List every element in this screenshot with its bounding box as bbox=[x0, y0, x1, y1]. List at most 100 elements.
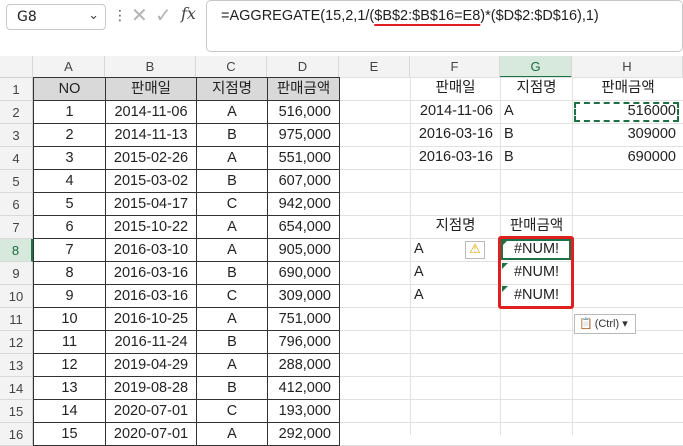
table-cell[interactable]: 412,000 bbox=[267, 376, 340, 400]
column-header-h[interactable]: H bbox=[572, 56, 683, 78]
table-cell[interactable]: 942,000 bbox=[267, 192, 340, 216]
table-cell[interactable]: 2020-07-01 bbox=[105, 422, 197, 446]
row-header-15[interactable]: 15 bbox=[0, 400, 33, 423]
table-cell[interactable]: 2019-04-29 bbox=[105, 353, 197, 377]
table-cell[interactable]: 7 bbox=[33, 238, 106, 262]
table-cell[interactable]: 2 bbox=[33, 123, 106, 147]
table-cell[interactable]: 2016-11-24 bbox=[105, 330, 197, 354]
table-cell[interactable]: 905,000 bbox=[267, 238, 340, 262]
table-cell[interactable]: 9 bbox=[33, 284, 106, 308]
table-cell[interactable]: 2014-11-06 bbox=[105, 100, 197, 124]
row-header-4[interactable]: 4 bbox=[0, 147, 33, 170]
side-table-cell[interactable]: B bbox=[500, 146, 573, 170]
table-cell[interactable]: 2016-03-10 bbox=[105, 238, 197, 262]
row-header-5[interactable]: 5 bbox=[0, 170, 33, 193]
table-cell[interactable]: 14 bbox=[33, 399, 106, 423]
row-header-9[interactable]: 9 bbox=[0, 262, 33, 285]
table-cell[interactable]: A bbox=[196, 215, 268, 239]
table-cell[interactable]: 2020-07-01 bbox=[105, 399, 197, 423]
row-header-11[interactable]: 11 bbox=[0, 308, 33, 331]
column-header-c[interactable]: C bbox=[196, 56, 267, 78]
worksheet-grid[interactable]: A B C D E F G H 1 2 3 4 5 6 7 8 9 10 11 12 13 14 15 16 NO 판매일 지점명 판… bbox=[0, 56, 683, 446]
table-cell[interactable]: B bbox=[196, 330, 268, 354]
table-cell[interactable]: C bbox=[196, 192, 268, 216]
confirm-icon[interactable]: ✓ bbox=[155, 3, 172, 27]
table-cell[interactable]: 10 bbox=[33, 307, 106, 331]
lookup-branch-cell[interactable]: A bbox=[410, 284, 501, 308]
table-cell[interactable]: A bbox=[196, 422, 268, 446]
side-table-cell[interactable]: 2014-11-06 bbox=[410, 100, 501, 124]
table-cell[interactable]: 5 bbox=[33, 192, 106, 216]
table-cell[interactable]: 2015-10-22 bbox=[105, 215, 197, 239]
table-cell[interactable]: C bbox=[196, 399, 268, 423]
lookup-branch-cell[interactable]: A bbox=[410, 238, 501, 262]
table-cell[interactable]: 551,000 bbox=[267, 146, 340, 170]
table-cell[interactable]: 13 bbox=[33, 376, 106, 400]
table-cell[interactable]: 751,000 bbox=[267, 307, 340, 331]
table-cell[interactable]: 690,000 bbox=[267, 261, 340, 285]
table-cell[interactable]: 2016-03-16 bbox=[105, 284, 197, 308]
column-header-g[interactable]: G bbox=[500, 56, 572, 78]
row-header-8[interactable]: 8 bbox=[0, 239, 33, 262]
row-header-14[interactable]: 14 bbox=[0, 377, 33, 400]
table-cell[interactable]: B bbox=[196, 169, 268, 193]
chevron-down-icon[interactable]: ⌄ bbox=[88, 8, 99, 23]
row-header-3[interactable]: 3 bbox=[0, 124, 33, 147]
table-cell[interactable]: 309,000 bbox=[267, 284, 340, 308]
side-table-cell[interactable]: 2016-03-16 bbox=[410, 123, 501, 147]
table-cell[interactable]: 1 bbox=[33, 100, 106, 124]
row-header-7[interactable]: 7 bbox=[0, 216, 33, 239]
table-cell[interactable]: 654,000 bbox=[267, 215, 340, 239]
column-header-d[interactable]: D bbox=[267, 56, 339, 78]
more-options-icon[interactable]: ⋮ bbox=[113, 8, 127, 24]
table-cell[interactable]: 2016-10-25 bbox=[105, 307, 197, 331]
row-header-10[interactable]: 10 bbox=[0, 285, 33, 308]
table-cell[interactable]: 6 bbox=[33, 215, 106, 239]
side-table-cell[interactable]: A bbox=[500, 100, 573, 124]
row-header-12[interactable]: 12 bbox=[0, 331, 33, 354]
table-cell[interactable]: 8 bbox=[33, 261, 106, 285]
table-cell[interactable]: C bbox=[196, 284, 268, 308]
table-cell[interactable]: A bbox=[196, 100, 268, 124]
table-cell[interactable]: B bbox=[196, 123, 268, 147]
insert-function-button[interactable]: fx bbox=[181, 4, 196, 23]
column-header-a[interactable]: A bbox=[33, 56, 105, 78]
table-cell[interactable]: 3 bbox=[33, 146, 106, 170]
table-cell[interactable]: A bbox=[196, 353, 268, 377]
table-cell[interactable]: 796,000 bbox=[267, 330, 340, 354]
column-header-e[interactable]: E bbox=[339, 56, 410, 78]
table-cell[interactable]: 292,000 bbox=[267, 422, 340, 446]
table-cell[interactable]: 11 bbox=[33, 330, 106, 354]
table-cell[interactable]: 15 bbox=[33, 422, 106, 446]
row-header-6[interactable]: 6 bbox=[0, 193, 33, 216]
row-header-2[interactable]: 2 bbox=[0, 101, 33, 124]
table-cell[interactable]: 2014-11-13 bbox=[105, 123, 197, 147]
table-cell[interactable]: 2015-02-26 bbox=[105, 146, 197, 170]
table-cell[interactable]: A bbox=[196, 238, 268, 262]
table-cell[interactable]: B bbox=[196, 261, 268, 285]
row-header-13[interactable]: 13 bbox=[0, 354, 33, 377]
table-cell[interactable]: 288,000 bbox=[267, 353, 340, 377]
side-table-cell[interactable]: 2016-03-16 bbox=[410, 146, 501, 170]
table-cell[interactable]: B bbox=[196, 376, 268, 400]
lookup-branch-cell[interactable]: A bbox=[410, 261, 501, 285]
side-table-cell[interactable]: B bbox=[500, 123, 573, 147]
table-cell[interactable]: 4 bbox=[33, 169, 106, 193]
formula-input[interactable]: =AGGREGATE(15,2,1/($B$2:$B$16=E8)*($D$2:… bbox=[206, 0, 683, 52]
side-table-cell[interactable]: 309000 bbox=[572, 123, 683, 147]
table-cell[interactable]: 2019-08-28 bbox=[105, 376, 197, 400]
select-all-corner[interactable] bbox=[0, 56, 33, 78]
paste-options-button[interactable]: 📋 (Ctrl) ▾ bbox=[574, 314, 636, 334]
table-cell[interactable]: A bbox=[196, 307, 268, 331]
table-cell[interactable]: A bbox=[196, 146, 268, 170]
table-cell[interactable]: 2015-03-02 bbox=[105, 169, 197, 193]
warning-icon[interactable]: ⚠ bbox=[465, 241, 485, 259]
table-cell[interactable]: 2015-04-17 bbox=[105, 192, 197, 216]
table-cell[interactable]: 975,000 bbox=[267, 123, 340, 147]
table-cell[interactable]: 516,000 bbox=[267, 100, 340, 124]
table-cell[interactable]: 2016-03-16 bbox=[105, 261, 197, 285]
side-table-cell[interactable]: 690000 bbox=[572, 146, 683, 170]
table-cell[interactable]: 607,000 bbox=[267, 169, 340, 193]
column-header-f[interactable]: F bbox=[410, 56, 500, 78]
cancel-icon[interactable]: ✕ bbox=[131, 3, 148, 27]
